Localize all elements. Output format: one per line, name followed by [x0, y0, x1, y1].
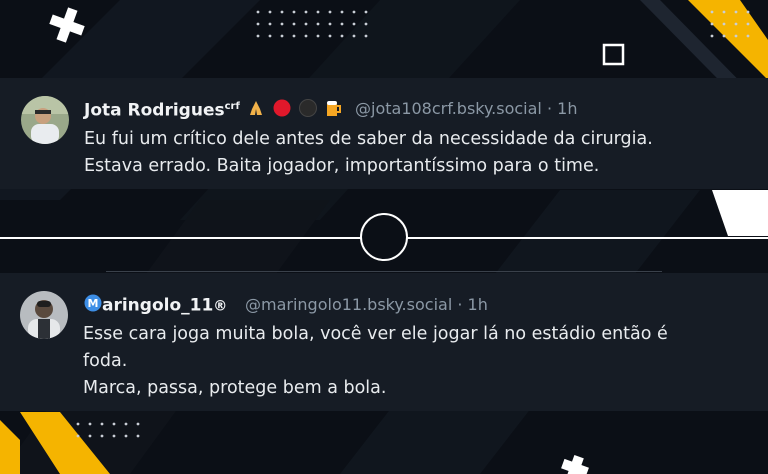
handle[interactable]: @jota108crf.bsky.social	[355, 99, 542, 118]
avatar[interactable]	[20, 291, 68, 339]
display-name-text: Jota Rodrigues	[84, 100, 225, 121]
divider	[106, 271, 662, 272]
separator: ·	[457, 295, 463, 314]
display-name[interactable]: M aringolo_11®	[84, 294, 227, 317]
center-circle	[360, 213, 408, 261]
svg-text:M: M	[88, 297, 99, 310]
handle[interactable]: @maringolo11.bsky.social	[245, 295, 452, 314]
display-name-text: aringolo_11	[102, 295, 214, 316]
post-card-1[interactable]: Jota Rodriguescrf @jota108crf.bsky.socia…	[0, 78, 768, 189]
red-circle-icon	[272, 98, 292, 123]
handle-and-time: @jota108crf.bsky.social · 1h	[355, 99, 577, 118]
letter-m-blue-circle-icon: M	[84, 294, 102, 317]
handle-and-time: @maringolo11.bsky.social · 1h	[245, 295, 488, 314]
display-name[interactable]: Jota Rodriguescrf	[84, 98, 344, 123]
post-card-2[interactable]: M aringolo_11® @maringolo11.bsky.social …	[0, 273, 768, 411]
post-line: Marca, passa, protege bem a bola.	[83, 378, 387, 398]
black-circle-icon	[298, 98, 318, 123]
avatar[interactable]	[21, 96, 69, 144]
praying-hands-icon	[246, 99, 266, 122]
name-suffix: crf	[224, 100, 240, 112]
post-line: Esse cara joga muita bola, você ver ele …	[83, 324, 668, 344]
name-suffix: ®	[213, 298, 228, 315]
timestamp[interactable]: 1h	[468, 295, 488, 314]
post-text: Esse cara joga muita bola, você ver ele …	[83, 321, 668, 402]
separator: ·	[546, 99, 553, 118]
beer-mug-icon	[324, 98, 344, 123]
post-line: Estava errado. Baita jogador, importantí…	[84, 156, 600, 176]
post-line: foda.	[83, 351, 128, 371]
timestamp[interactable]: 1h	[557, 99, 577, 118]
post-line: Eu fui um crítico dele antes de saber da…	[84, 129, 653, 149]
post-text: Eu fui um crítico dele antes de saber da…	[84, 126, 653, 180]
